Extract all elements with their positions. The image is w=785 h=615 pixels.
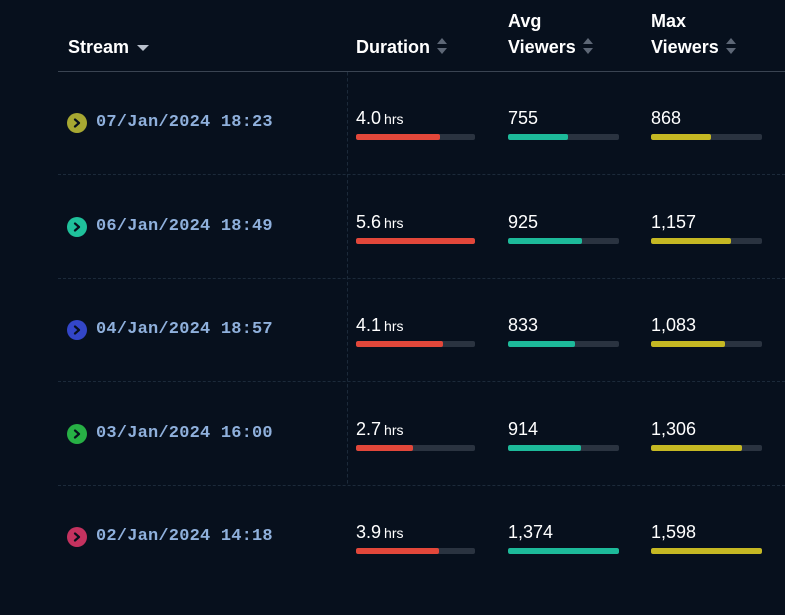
duration-unit: hrs [384,422,404,438]
chevron-right-icon[interactable] [67,423,87,444]
column-header-stream[interactable]: Stream [68,34,150,60]
max-viewers-bar [651,548,762,554]
duration-unit: hrs [384,215,404,231]
max-viewers-bar [651,238,762,244]
duration-bar-fill [356,238,475,244]
column-header-max-label-line2: Viewers [651,37,719,57]
column-header-stream-label: Stream [68,37,130,57]
stream-cell[interactable]: 07/Jan/2024 18:23 [67,71,273,174]
table-row[interactable]: 03/Jan/2024 16:00 2.7 hrs 914 1,306 [58,382,785,486]
duration-bar [356,445,475,451]
avg-viewers-value: 914 [508,419,539,439]
duration-number: 5.6 [356,212,382,232]
sort-icon[interactable] [725,38,736,54]
table-row[interactable]: 04/Jan/2024 18:57 4.1 hrs 833 1,083 [58,278,785,382]
column-header-duration-label: Duration [356,37,430,57]
duration-value: 5.6 hrs [356,212,403,233]
table-row[interactable]: 02/Jan/2024 14:18 3.9 hrs 1,374 1,598 [58,485,785,588]
max-viewers-bar [651,445,762,451]
duration-bar-fill [356,548,440,554]
avg-viewers-bar-fill [508,341,575,347]
stream-date-link[interactable]: 02/Jan/2024 14:18 [96,527,273,546]
duration-bar [356,341,475,347]
duration-value: 2.7 hrs [356,419,403,440]
max-viewers-value: 868 [651,108,682,128]
max-viewers-value: 1,157 [651,212,697,232]
duration-number: 2.7 [356,419,382,439]
stream-cell[interactable]: 02/Jan/2024 14:18 [67,485,273,588]
duration-value: 4.1 hrs [356,315,403,336]
chevron-right-icon[interactable] [67,526,87,547]
column-header-avg-label-line1: Avg [508,11,542,31]
duration-bar [356,134,475,140]
max-viewers-value: 1,598 [651,522,697,542]
stream-cell[interactable]: 06/Jan/2024 18:49 [67,175,273,278]
avg-viewers-value: 925 [508,212,539,232]
table-header: Stream Duration Avg Viewers Max Viewers [58,0,785,72]
max-viewers-bar [651,341,762,347]
column-header-max-label-line1: Max [651,11,687,31]
avg-viewers-bar-fill [508,238,583,244]
avg-viewers-bar-fill [508,134,568,140]
max-viewers-value: 1,083 [651,315,697,335]
stream-date-link[interactable]: 07/Jan/2024 18:23 [96,113,273,132]
duration-value: 4.0 hrs [356,108,403,129]
avg-viewers-bar [508,238,619,244]
column-header-duration[interactable]: Duration [356,34,447,60]
duration-number: 4.0 [356,108,382,128]
max-viewers-bar-fill [651,548,762,554]
duration-bar [356,238,475,244]
chevron-right-icon[interactable] [67,112,87,133]
duration-bar-fill [356,445,414,451]
duration-bar-fill [356,134,441,140]
chevron-right-icon[interactable] [67,216,87,237]
table-row[interactable]: 07/Jan/2024 18:23 4.0 hrs 755 868 [58,71,785,175]
column-header-max-viewers[interactable]: Max Viewers [651,8,736,60]
column-header-avg-label-line2: Viewers [508,37,576,57]
chevron-right-icon[interactable] [67,319,87,340]
max-viewers-bar-fill [651,134,711,140]
avg-viewers-bar [508,445,619,451]
max-viewers-value: 1,306 [651,419,697,439]
max-viewers-bar-fill [651,445,743,451]
table-row[interactable]: 06/Jan/2024 18:49 5.6 hrs 925 1,157 [58,175,785,279]
sort-icon[interactable] [582,38,593,54]
duration-bar-fill [356,341,443,347]
duration-unit: hrs [384,111,404,127]
duration-value: 3.9 hrs [356,522,403,543]
stream-cell[interactable]: 03/Jan/2024 16:00 [67,382,273,485]
avg-viewers-bar [508,341,619,347]
stream-date-link[interactable]: 04/Jan/2024 18:57 [96,320,273,339]
avg-viewers-bar [508,134,619,140]
avg-viewers-bar-fill [508,445,582,451]
avg-viewers-bar-fill [508,548,619,554]
max-viewers-bar-fill [651,341,726,347]
sort-icon[interactable] [437,38,447,54]
max-viewers-bar-fill [651,238,731,244]
column-header-avg-viewers[interactable]: Avg Viewers [508,8,593,60]
duration-bar [356,548,475,554]
avg-viewers-value: 755 [508,108,539,128]
duration-number: 3.9 [356,522,382,542]
sort-descending-icon[interactable] [137,45,150,51]
duration-number: 4.1 [356,315,382,335]
max-viewers-bar [651,134,762,140]
stream-cell[interactable]: 04/Jan/2024 18:57 [67,278,273,381]
avg-viewers-value: 833 [508,315,539,335]
avg-viewers-bar [508,548,619,554]
duration-unit: hrs [384,318,404,334]
stream-date-link[interactable]: 03/Jan/2024 16:00 [96,424,273,443]
stream-date-link[interactable]: 06/Jan/2024 18:49 [96,217,273,236]
avg-viewers-value: 1,374 [508,522,554,542]
duration-unit: hrs [384,525,404,541]
